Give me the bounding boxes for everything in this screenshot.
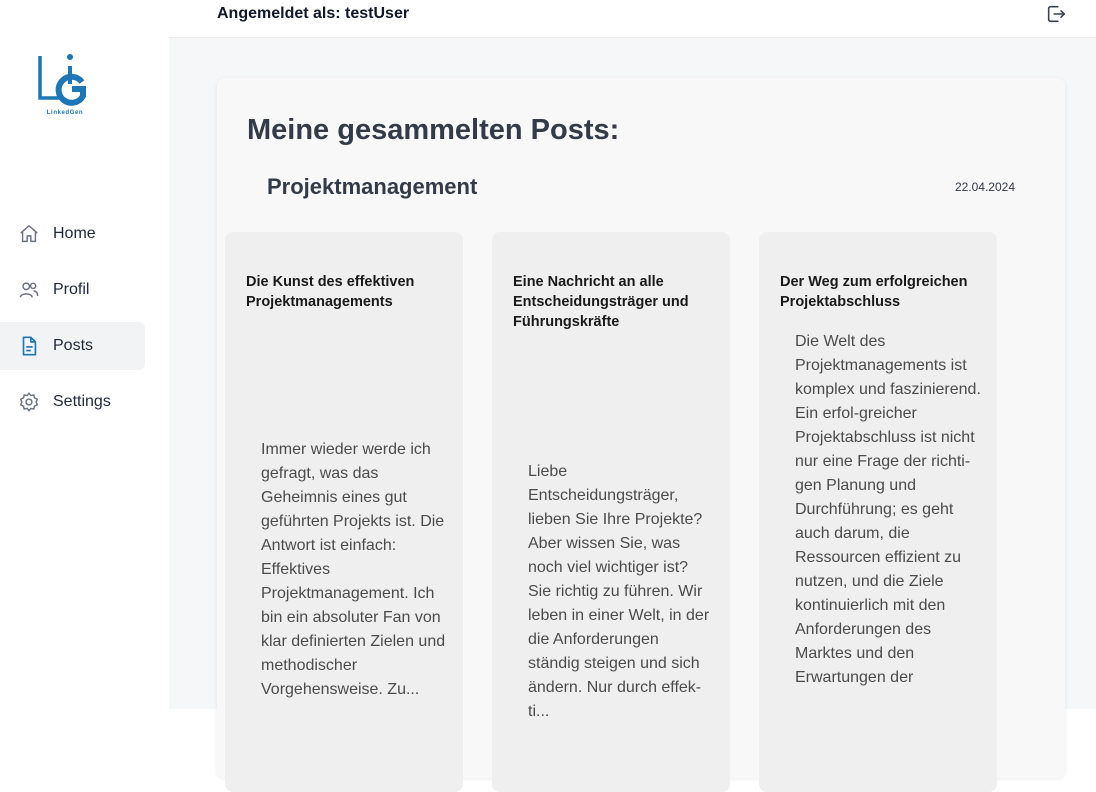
posts-panel: Meine gesammelten Posts: Projektmanageme… xyxy=(217,78,1065,792)
sidebar-item-home[interactable]: Home xyxy=(0,210,145,258)
sidebar-item-label: Settings xyxy=(53,393,111,410)
users-icon xyxy=(18,279,40,301)
main-content: Meine gesammelten Posts: Projektmanageme… xyxy=(169,38,1096,792)
sidebar-item-label: Home xyxy=(53,225,96,242)
home-icon xyxy=(18,223,40,245)
logout-button[interactable] xyxy=(1045,3,1067,25)
post-card-body: Die Welt des Projektmanagements ist komp… xyxy=(795,333,981,686)
logout-icon xyxy=(1047,5,1066,23)
post-card-body: Liebe Entscheidungsträger, lieben Sie Ih… xyxy=(528,463,710,720)
sidebar-item-settings[interactable]: Settings xyxy=(0,378,145,426)
post-card[interactable]: Die Kunst des effektiven Projektmanageme… xyxy=(225,232,463,792)
logo-mark-icon xyxy=(38,54,86,106)
logo-text: LinkedGen xyxy=(46,110,84,116)
sidebar-item-label: Profil xyxy=(53,281,90,298)
gear-icon xyxy=(18,391,40,413)
post-card-title: Eine Nachricht an alle Entscheidungsträg… xyxy=(513,274,689,330)
post-card-body: Immer wieder werde ich gefragt, was das … xyxy=(261,441,446,698)
section-date: 22.04.2024 xyxy=(954,180,1015,194)
sidebar-item-label: Posts xyxy=(53,337,94,354)
sidebar-item-profil[interactable]: Profil xyxy=(0,266,145,314)
document-icon xyxy=(18,335,40,357)
logged-in-user-label: Angemeldet als: testUser xyxy=(217,5,410,22)
post-card[interactable]: Eine Nachricht an alle Entscheidungsträg… xyxy=(492,232,730,792)
linkedgen-logo[interactable]: LinkedGen xyxy=(36,52,94,122)
page-title: Meine gesammelten Posts: xyxy=(247,114,620,146)
top-bar: Angemeldet als: testUser xyxy=(169,0,1096,38)
sidebar-item-posts[interactable]: Posts xyxy=(0,322,145,370)
post-card-title: Die Kunst des effektiven Projektmanageme… xyxy=(246,274,415,310)
post-card[interactable]: Der Weg zum erfolgreichen Projektabschlu… xyxy=(759,232,997,792)
section-title: Projektmanagement xyxy=(267,174,478,199)
post-card-title: Der Weg zum erfolgreichen Projektabschlu… xyxy=(780,274,968,310)
sidebar: LinkedGen Home Profil Posts Settings xyxy=(0,0,169,709)
